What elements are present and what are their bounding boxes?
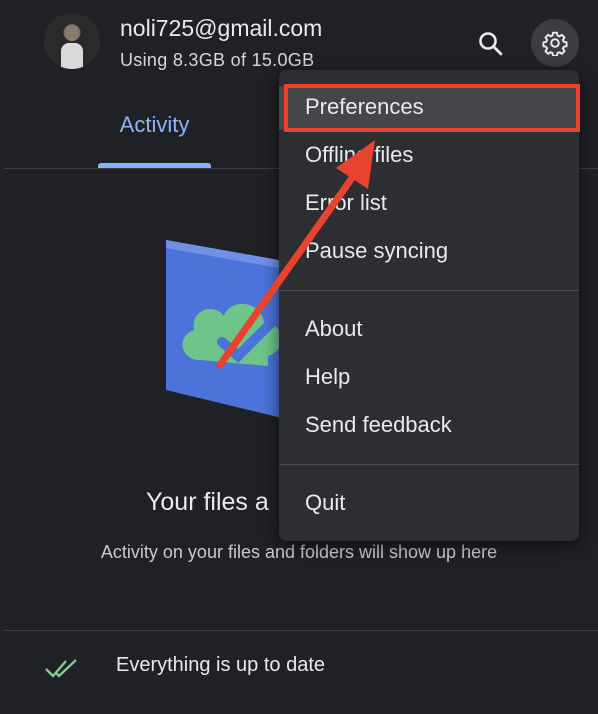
- menu-item-error-list[interactable]: Error list: [279, 180, 579, 226]
- preferences-highlight-box: [284, 84, 580, 132]
- menu-item-quit[interactable]: Quit: [279, 480, 579, 526]
- menu-item-pause-syncing[interactable]: Pause syncing: [279, 228, 579, 274]
- menu-item-label: Offline files: [305, 142, 414, 167]
- storage-usage: Using 8.3GB of 15.0GB: [120, 50, 315, 70]
- sync-status: Everything is up to date: [116, 654, 326, 676]
- account-email: noli725@gmail.com: [120, 15, 323, 41]
- avatar[interactable]: [44, 13, 100, 69]
- menu-divider: [279, 464, 579, 465]
- double-check-icon: [45, 659, 77, 678]
- menu-item-label: Send feedback: [305, 412, 452, 437]
- menu-divider: [279, 290, 579, 291]
- tab-activity[interactable]: Activity: [98, 112, 211, 138]
- menu-item-label: Pause syncing: [305, 238, 449, 263]
- empty-state-description: Activity on your files and folders will …: [100, 542, 498, 562]
- menu-item-about[interactable]: About: [279, 306, 579, 352]
- menu-item-offline-files[interactable]: Offline files: [279, 132, 579, 178]
- menu-item-label: About: [305, 316, 363, 341]
- empty-state-title: Your files a: [146, 488, 269, 516]
- settings-button[interactable]: [531, 19, 579, 67]
- menu-item-help[interactable]: Help: [279, 354, 579, 400]
- drive-panel: noli725@gmail.com Using 8.3GB of 15.0GB …: [0, 0, 598, 714]
- menu-item-label: Quit: [305, 490, 346, 515]
- search-icon[interactable]: [478, 31, 504, 57]
- drive-illustration: [166, 240, 290, 420]
- gear-icon: [542, 31, 568, 56]
- settings-menu: Preferences Offline files Error list Pau…: [279, 70, 579, 541]
- menu-item-label: Error list: [305, 190, 387, 215]
- footer-divider: [4, 630, 598, 631]
- menu-item-label: Help: [305, 364, 351, 389]
- menu-item-send-feedback[interactable]: Send feedback: [279, 402, 579, 448]
